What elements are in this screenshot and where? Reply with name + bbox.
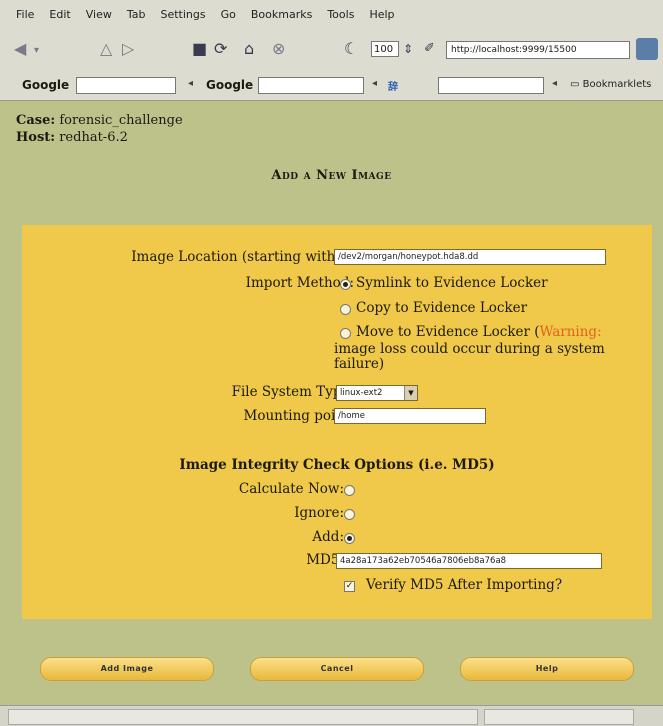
bookmarklets-button[interactable]: ▭ Bookmarklets	[570, 79, 651, 90]
import-method-label: Import Method:	[245, 275, 354, 291]
move-warning-link[interactable]: Warning:	[540, 324, 602, 340]
status-text-area	[8, 709, 478, 725]
add-image-button[interactable]: Add Image	[40, 657, 214, 681]
status-progress-area	[484, 709, 634, 725]
chevron-down-icon: ▼	[404, 386, 417, 400]
google-logo-1: Google	[22, 78, 69, 92]
forward-arrow-icon[interactable]: ▷	[122, 38, 134, 60]
verify-md5-label: Verify MD5 After Importing?	[366, 577, 563, 593]
zoom-spinner-icon[interactable]: ⇕	[403, 38, 413, 60]
status-bar	[0, 705, 663, 726]
google-label-2: Google	[206, 78, 254, 92]
zoom-field[interactable]: 100	[371, 41, 399, 57]
up-arrow-icon[interactable]: △	[100, 38, 112, 60]
home-icon[interactable]: ⌂	[244, 38, 254, 60]
add-label: Add:	[312, 529, 344, 545]
symlink-radio[interactable]	[340, 279, 351, 290]
move-option-label: Move to Evidence Locker (	[356, 324, 540, 340]
image-location-input[interactable]: /dev2/morgan/honeypot.hda8.dd	[334, 249, 606, 265]
search-toolbar: Google ◂ Google ◂ 辞 ◂ ▭ Bookmarklets	[0, 74, 663, 98]
dictionary-logo: 辞	[388, 82, 398, 93]
search-dropdown-icon-2[interactable]: ◂	[372, 78, 377, 89]
mount-point-input[interactable]: /home	[334, 408, 486, 424]
menu-help[interactable]: Help	[369, 8, 394, 21]
menu-bar: File Edit View Tab Settings Go Bookmarks…	[0, 0, 663, 28]
ignore-label: Ignore:	[294, 505, 344, 521]
menu-bookmarks[interactable]: Bookmarks	[251, 8, 312, 21]
page-title: Add a New Image	[271, 168, 392, 183]
google-logo-2: Google	[206, 78, 253, 92]
google-search-input-1[interactable]	[76, 77, 176, 94]
add-radio[interactable]	[344, 533, 355, 544]
menu-tools[interactable]: Tools	[327, 8, 354, 21]
cancel-button[interactable]: Cancel	[250, 657, 424, 681]
bookmarklets-label: Bookmarklets	[582, 79, 652, 90]
host-label: Host:	[16, 130, 56, 145]
search-dropdown-icon-3[interactable]: ◂	[552, 78, 557, 89]
move-warning-note: image loss could occur during a system f…	[334, 341, 605, 372]
google-label-1: Google	[22, 78, 70, 92]
menu-file[interactable]: File	[16, 8, 34, 21]
back-arrow-icon[interactable]: ◀	[14, 38, 26, 60]
verify-md5-checkbox[interactable]: ✓	[344, 581, 355, 592]
menu-go[interactable]: Go	[221, 8, 236, 21]
integrity-heading: Image Integrity Check Options (i.e. MD5)	[179, 457, 495, 473]
print-icon[interactable]: ■	[192, 38, 207, 60]
menu-settings[interactable]: Settings	[160, 8, 205, 21]
move-radio[interactable]	[340, 328, 351, 339]
go-button[interactable]	[636, 38, 658, 60]
case-label: Case:	[16, 113, 56, 128]
host-value: redhat-6.2	[59, 130, 128, 145]
md5-input[interactable]: 4a28a173a62eb70546a7806eb8a76a8	[336, 553, 602, 569]
ignore-radio[interactable]	[344, 509, 355, 520]
copy-radio[interactable]	[340, 304, 351, 315]
reload-icon[interactable]: ⟳	[214, 38, 227, 60]
search-dropdown-icon-1[interactable]: ◂	[188, 78, 193, 89]
calc-now-radio[interactable]	[344, 485, 355, 496]
back-dropdown-icon[interactable]: ▾	[34, 40, 39, 62]
folder-icon: ▭	[570, 79, 580, 90]
menu-edit[interactable]: Edit	[49, 8, 70, 21]
menu-tab[interactable]: Tab	[127, 8, 146, 21]
fs-type-select[interactable]: linux-ext2 ▼	[336, 385, 418, 401]
move-option: Move to Evidence Locker (Warning:	[356, 324, 602, 340]
case-value: forensic_challenge	[59, 113, 183, 128]
add-image-form: Image Location (starting with /): /dev2/…	[22, 225, 652, 619]
symlink-option-label: Symlink to Evidence Locker	[356, 275, 548, 291]
zoom-icon[interactable]: ☾	[344, 38, 358, 60]
stop-icon[interactable]: ⊗	[272, 38, 285, 60]
help-button[interactable]: Help	[460, 657, 634, 681]
menu-view[interactable]: View	[86, 8, 112, 21]
dictionary-search-input[interactable]	[438, 77, 544, 94]
google-search-input-2[interactable]	[258, 77, 364, 94]
case-info: Case: forensic_challenge Host: redhat-6.…	[16, 112, 183, 146]
url-field[interactable]: http://localhost:9999/15500	[446, 41, 630, 59]
browser-chrome: File Edit View Tab Settings Go Bookmarks…	[0, 0, 663, 101]
image-location-label: Image Location (starting with /):	[131, 249, 354, 265]
calc-now-label: Calculate Now:	[238, 481, 344, 497]
page-icon: ✐	[424, 41, 435, 56]
copy-option-label: Copy to Evidence Locker	[356, 300, 528, 316]
navigation-toolbar: ◀ ▾ △ ▷ ■ ⟳ ⌂ ⊗ ☾ 100 ⇕ ✐ http://localho…	[0, 38, 663, 68]
fs-type-value: linux-ext2	[340, 388, 383, 398]
